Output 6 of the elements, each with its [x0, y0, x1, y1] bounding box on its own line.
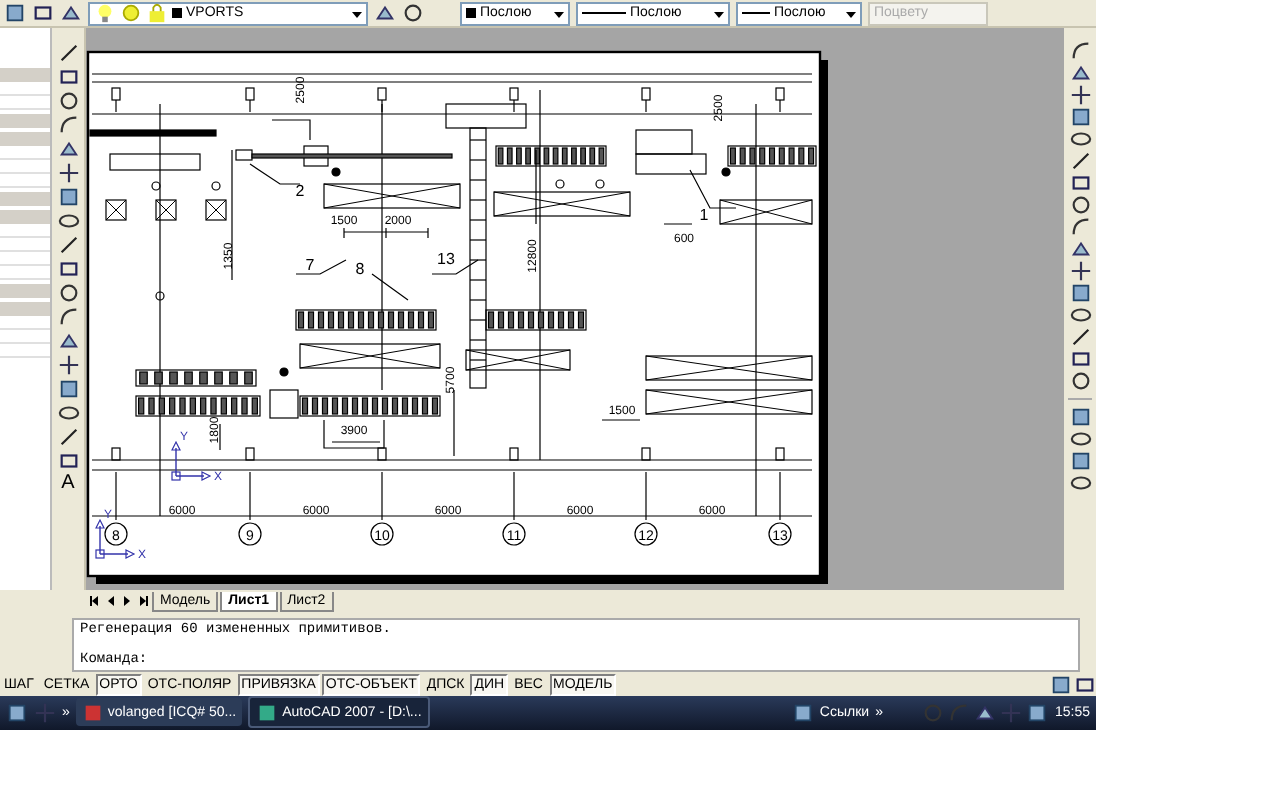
callout-number: 1 — [699, 206, 709, 225]
callout-number: 7 — [305, 256, 315, 275]
text-tool[interactable]: A — [61, 472, 75, 495]
callout-number: 8 — [355, 260, 365, 279]
callout-number: 2 — [295, 182, 305, 201]
callout-number: 13 — [437, 250, 455, 269]
